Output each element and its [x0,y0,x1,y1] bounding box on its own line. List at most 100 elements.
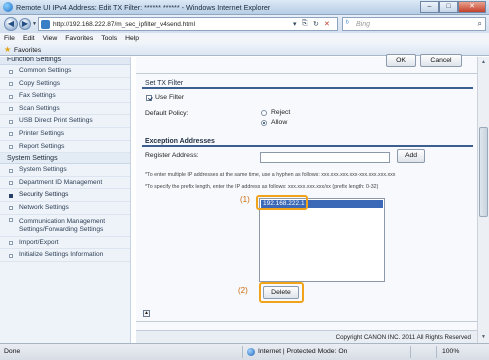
url-dropdown-icon[interactable]: ▾ [293,20,297,28]
prefix-note: *To specify the prefix length, enter the… [145,184,379,190]
sidebar-item-usb-direct-print-settings[interactable]: USB Direct Print Settings [0,115,130,128]
use-filter-label: Use Filter [155,94,185,101]
bullet-icon [9,217,13,222]
sidebar-item-label: Scan Settings [19,104,60,112]
highlight-selected-address [256,195,308,210]
status-text: Done [4,348,21,355]
url-text: http://192.168.222.87/m_sec_ipfilter_v4s… [53,21,196,28]
page-top-icon[interactable]: ▲ [143,310,150,317]
bullet-icon [9,145,13,150]
sidebar-item-label: System Settings [19,166,67,174]
cancel-button[interactable]: Cancel [420,54,462,67]
sidebar-section-function-settings: Function Settings [0,57,130,65]
sidebar-item-copy-settings[interactable]: Copy Settings [0,78,130,91]
sidebar-item-scan-settings[interactable]: Scan Settings [0,103,130,116]
sidebar-item-system-settings[interactable]: System Settings [0,164,130,177]
refresh-icon[interactable]: ↻ [313,20,319,28]
recent-pages-dropdown-icon[interactable]: ▼ [32,21,37,27]
menu-favorites[interactable]: Favorites [65,33,93,44]
callout-2: (2) [238,286,248,295]
favorites-star-icon[interactable]: ★ [4,45,11,54]
search-icon[interactable]: ⌕ [478,19,482,29]
sidebar-item-label: Department ID Management [19,178,103,186]
bullet-icon [9,132,13,137]
bullet-icon [9,119,13,124]
bing-icon: ᵇ [346,20,349,27]
bullet-active-icon [9,193,13,198]
scroll-up-icon[interactable]: ▲ [479,58,488,67]
window-title: Remote UI IPv4 Address: Edit TX Filter: … [16,3,271,12]
menu-bar: File Edit View Favorites Tools Help [0,33,489,44]
sidebar-item-common-settings[interactable]: Common Settings [0,65,130,78]
sidebar-item-label: Communication Management Settings/Forwar… [19,217,106,233]
reject-radio[interactable] [261,110,267,116]
sidebar-section-system-settings: System Settings [0,153,130,165]
page-scrollbar[interactable]: ▲ ▼ [477,57,489,343]
security-zone-text[interactable]: Internet | Protected Mode: On [258,348,347,355]
menu-view[interactable]: View [43,33,58,44]
sidebar-item-fax-settings[interactable]: Fax Settings [0,90,130,103]
sidebar-item-label: Import/Export [19,238,59,246]
scroll-thumb[interactable] [479,127,488,217]
hyphen-note: *To enter multiple IP addresses at the s… [145,172,396,178]
url-field[interactable]: http://192.168.222.87/m_sec_ipfilter_v4s… [38,17,338,31]
minimize-button[interactable]: – [420,1,439,13]
exception-address-list[interactable]: 192.168.222.1 [259,198,385,282]
ok-button[interactable]: OK [386,54,416,67]
zoom-level[interactable]: 100% [442,348,459,355]
sidebar-item-label: Copy Settings [19,79,61,87]
bullet-icon [9,107,13,112]
search-input[interactable]: ᵇ Bing ⌕ [342,17,486,31]
menu-help[interactable]: Help [125,33,139,44]
stop-icon[interactable]: ✕ [324,20,330,28]
sidebar-item-printer-settings[interactable]: Printer Settings [0,128,130,141]
sidebar-item-label: Network Settings [19,203,69,211]
page-content: Function Settings Common Settings Copy S… [0,54,489,343]
sidebar-item-security-settings[interactable]: Security Settings [0,189,130,202]
add-button[interactable]: Add [397,149,425,163]
use-filter-checkbox[interactable] [146,95,152,101]
maximize-button[interactable]: □ [439,1,458,13]
highlight-delete-button [259,282,304,303]
sidebar-item-initialize-settings-information[interactable]: Initialize Settings Information [0,249,130,262]
bullet-icon [9,82,13,87]
ie-icon [3,2,13,12]
bullet-icon [9,241,13,246]
sidebar-item-label: USB Direct Print Settings [19,117,93,125]
divider [436,346,437,358]
sidebar-item-label: Security Settings [19,191,69,199]
bullet-icon [9,253,13,258]
default-policy-label: Default Policy: [145,110,189,117]
page-footer: Copyright CANON INC. 2011 All Rights Res… [136,330,477,343]
register-address-input[interactable] [260,152,390,163]
menu-file[interactable]: File [4,33,15,44]
divider [410,346,411,358]
sidebar-item-import-export[interactable]: Import/Export [0,237,130,250]
scroll-down-icon[interactable]: ▼ [479,333,488,342]
favorites-label[interactable]: Favorites [14,47,41,54]
forward-button[interactable]: ▶ [19,18,31,30]
sidebar-item-network-settings[interactable]: Network Settings [0,202,130,215]
tx-filter-title: Set TX Filter [142,78,473,89]
sidebar-item-label: Common Settings [19,67,72,74]
menu-edit[interactable]: Edit [23,33,35,44]
close-button[interactable]: ✕ [458,1,486,13]
back-button[interactable]: ◀ [4,17,18,31]
page-favicon-icon [41,20,50,29]
register-address-label: Register Address: [145,152,199,159]
sidebar-item-label: Report Settings [19,142,65,150]
title-bar: Remote UI IPv4 Address: Edit TX Filter: … [0,0,489,15]
sidebar-item-communication-management[interactable]: Communication Management Settings/Forwar… [0,215,130,237]
allow-radio[interactable] [261,120,267,126]
menu-tools[interactable]: Tools [101,33,117,44]
divider [136,73,477,74]
sidebar-item-report-settings[interactable]: Report Settings [0,141,130,154]
compatibility-view-icon[interactable]: ⎘ [302,20,308,28]
status-bar: Done Internet | Protected Mode: On 100% [0,343,489,360]
reject-label: Reject [271,109,291,116]
main-panel: OK Cancel Set TX Filter Use Filter Defau… [136,54,477,343]
sidebar-item-department-id-management[interactable]: Department ID Management [0,177,130,190]
divider [136,321,477,322]
bullet-icon [9,181,13,186]
bullet-icon [9,168,13,173]
